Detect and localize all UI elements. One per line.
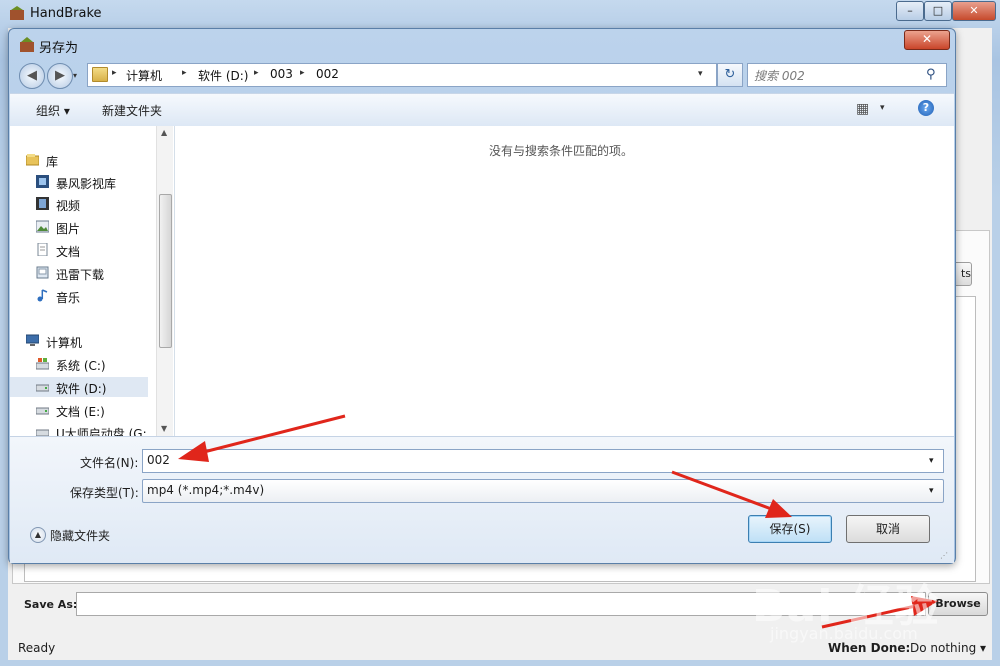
breadcrumb-separator[interactable]: ▸	[112, 68, 117, 78]
close-button[interactable]: ✕	[952, 1, 996, 21]
file-list-pane[interactable]: 没有与搜索条件匹配的项。	[175, 126, 954, 436]
video-library-icon	[36, 175, 49, 188]
scroll-up-arrow[interactable]: ▲	[161, 128, 167, 137]
drive-icon	[36, 384, 49, 392]
handbrake-title: HandBrake	[30, 6, 102, 21]
breadcrumb-separator[interactable]: ▸	[254, 68, 259, 78]
chevron-up-icon[interactable]: ▲	[30, 527, 46, 543]
document-icon	[37, 243, 48, 256]
save-as-dialog: 另存为 ✕ ◀ ▶ ▾ ▸ 计算机 ▸ 软件 (D:) ▸ 003 ▸ 002 …	[8, 28, 956, 564]
navigation-pane: 库 暴风影视库 视频 图片 文档 迅雷下载 音乐 计算机 系统 (C:) 软件 …	[10, 126, 175, 436]
save-button[interactable]: 保存(S)	[748, 515, 832, 543]
music-icon	[37, 289, 48, 302]
breadcrumb-separator[interactable]: ▸	[300, 68, 305, 78]
recent-locations-dropdown[interactable]: ▾	[73, 71, 77, 80]
nav-item-drive-c[interactable]: 系统 (C:)	[10, 354, 148, 374]
breadcrumb-computer[interactable]: 计算机	[126, 67, 162, 84]
view-options-icon[interactable]: ▦	[856, 101, 869, 117]
download-icon	[36, 266, 49, 279]
computer-icon	[26, 334, 39, 346]
nav-item-music[interactable]: 音乐	[10, 286, 148, 306]
nav-item-library[interactable]: 库	[10, 150, 148, 170]
breadcrumb-002[interactable]: 002	[316, 67, 339, 81]
filetype-label: 保存类型(T):	[70, 486, 139, 500]
filename-combobox[interactable]: 002 ▾	[142, 449, 944, 473]
back-button[interactable]: ◀	[19, 63, 45, 89]
dialog-title: 另存为	[39, 41, 79, 56]
hide-folders-button[interactable]: 隐藏文件夹	[50, 527, 110, 544]
nav-item-documents[interactable]: 文档	[10, 240, 148, 260]
nav-item-label: 图片	[56, 222, 81, 236]
forward-button[interactable]: ▶	[47, 63, 73, 89]
handbrake-app-icon	[10, 6, 24, 20]
nav-item-pictures[interactable]: 图片	[10, 217, 148, 237]
when-done-label: When Done:	[828, 641, 911, 655]
folder-icon	[92, 67, 108, 82]
scroll-thumb[interactable]	[159, 194, 172, 348]
handbrake-app-icon	[20, 37, 34, 52]
nav-item-label: 库	[46, 155, 59, 169]
refresh-button[interactable]: ↻	[717, 63, 743, 87]
nav-item-baofeng-library[interactable]: 暴风影视库	[10, 172, 148, 192]
dialog-toolbar: 组织 ▾ 新建文件夹 ▦ ▾ ?	[10, 93, 954, 127]
breadcrumb-drive-d[interactable]: 软件 (D:)	[198, 67, 248, 84]
nav-item-videos[interactable]: 视频	[10, 194, 148, 214]
filename-label: 文件名(N):	[80, 456, 139, 470]
search-box[interactable]: 搜索 002 ⚲	[747, 63, 947, 87]
usb-drive-icon	[36, 429, 49, 436]
nav-item-label: U大师启动盘 (G:	[56, 427, 147, 436]
nav-item-thunder-downloads[interactable]: 迅雷下载	[10, 263, 148, 283]
nav-item-drive-e[interactable]: 文档 (E:)	[10, 400, 148, 420]
nav-item-label: 软件 (D:)	[56, 382, 107, 396]
filetype-value: mp4 (*.mp4;*.m4v)	[147, 483, 265, 497]
address-bar[interactable]: ▸ 计算机 ▸ 软件 (D:) ▸ 003 ▸ 002 ▾	[87, 63, 717, 87]
save-as-label: Save As:	[24, 598, 78, 611]
nav-item-label: 暴风影视库	[56, 177, 117, 191]
maximize-button[interactable]: □	[924, 1, 952, 21]
nav-item-label: 文档	[56, 245, 81, 259]
search-icon[interactable]: ⚲	[926, 67, 936, 82]
address-dropdown-arrow[interactable]: ▾	[698, 69, 703, 79]
system-drive-icon	[36, 358, 49, 370]
filename-dropdown-arrow[interactable]: ▾	[929, 456, 934, 466]
when-done-dropdown[interactable]: Do nothing ▾	[910, 641, 986, 655]
minimize-button[interactable]: –	[896, 1, 924, 21]
breadcrumb-003[interactable]: 003	[270, 67, 293, 81]
nav-scrollbar[interactable]: ▲ ▼	[156, 126, 173, 436]
filetype-select[interactable]: mp4 (*.mp4;*.m4v) ▾	[142, 479, 944, 503]
watermark-url: jingyan.baidu.com	[770, 624, 918, 643]
nav-item-label: 音乐	[56, 291, 81, 305]
picture-icon	[36, 220, 49, 233]
nav-item-label: 文档 (E:)	[56, 405, 105, 419]
breadcrumb-separator[interactable]: ▸	[182, 68, 187, 78]
nav-item-drive-d[interactable]: 软件 (D:)	[10, 377, 148, 397]
video-icon	[36, 197, 49, 210]
view-options-dropdown[interactable]: ▾	[880, 103, 885, 113]
nav-item-drive-g[interactable]: U大师启动盘 (G:	[10, 422, 148, 436]
empty-folder-message: 没有与搜索条件匹配的项。	[489, 144, 634, 158]
resize-grip[interactable]: ⋰	[940, 551, 948, 560]
new-folder-button[interactable]: 新建文件夹	[102, 102, 162, 119]
help-icon[interactable]: ?	[918, 100, 934, 116]
nav-item-computer[interactable]: 计算机	[10, 331, 148, 351]
nav-item-label: 计算机	[46, 336, 83, 350]
filename-input[interactable]: 002	[147, 453, 170, 467]
cancel-button[interactable]: 取消	[846, 515, 930, 543]
dialog-close-button[interactable]: ✕	[904, 30, 950, 50]
organize-button[interactable]: 组织 ▾	[36, 102, 70, 119]
nav-item-label: 迅雷下载	[56, 268, 105, 282]
nav-item-label: 系统 (C:)	[56, 359, 106, 373]
status-text: Ready	[18, 641, 56, 655]
filetype-dropdown-arrow[interactable]: ▾	[929, 486, 934, 496]
search-input[interactable]: 搜索 002	[754, 67, 805, 84]
drive-icon	[36, 407, 49, 415]
library-icon	[26, 154, 39, 166]
handbrake-titlebar: HandBrake – □ ✕	[0, 0, 1000, 28]
nav-item-label: 视频	[56, 199, 81, 213]
scroll-down-arrow[interactable]: ▼	[161, 424, 167, 433]
dialog-bottom-panel: 文件名(N): 002 ▾ 保存类型(T): mp4 (*.mp4;*.m4v)…	[10, 436, 954, 563]
